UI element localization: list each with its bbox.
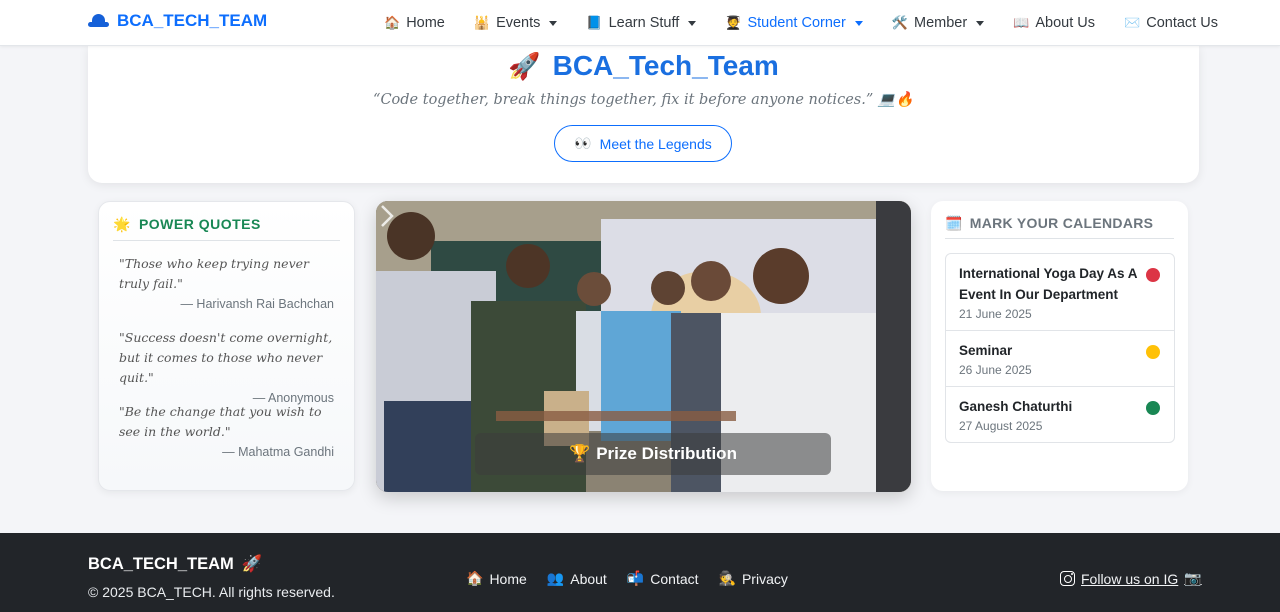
quote-text: "Success doesn't come overnight, but it … [119,330,333,385]
quote-item: "Be the change that you wish to see in t… [119,402,334,462]
nav-menu: 🏠 Home 🕌 Events 📘 Learn Stuff 🧑‍🎓 Studen… [384,0,1247,46]
nav-item-home[interactable]: 🏠 Home [384,15,445,31]
nav-item-label: Member [914,15,968,31]
calendar-icon: 🗓️ [945,215,963,231]
nav-item-label: Home [406,15,445,31]
people-icon: 👥 [546,570,565,586]
event-name: International Yoga Day As A Event In Our… [959,266,1138,302]
detective-icon: 🕵️ [718,570,736,586]
heading-text: POWER QUOTES [138,216,261,232]
meet-the-legends-button[interactable]: 👀 Meet the Legends [554,125,732,162]
nav-item-label: Learn Stuff [608,15,680,31]
event-date: 21 June 2025 [959,307,1032,321]
event-date: 27 August 2025 [959,419,1043,433]
event-name: Ganesh Chaturthi [959,399,1073,414]
quote-item: "Success doesn't come overnight, but it … [119,328,334,408]
button-label: Meet the Legends [599,135,712,152]
power-quotes-card: 🌟 POWER QUOTES "Those who keep trying ne… [98,201,355,491]
glowing-star-icon: 🌟 [113,216,131,232]
copyright: © 2025 BCA_TECH. All rights reserved. [88,584,335,600]
quote-author: — Harivansh Rai Bachchan [180,297,334,311]
nav-item-label: Contact Us [1146,15,1218,31]
status-dot-red [1146,268,1160,282]
nav-item-events[interactable]: 🕌 Events [474,15,558,31]
footer-link-contact[interactable]: 📬 Contact [627,570,699,587]
instagram-icon [1060,571,1075,586]
link-label: Privacy [741,570,788,587]
open-book-icon: 📖 [1013,15,1030,30]
mailbox-icon: 📬 [626,570,645,586]
tools-icon: 🛠️ [891,15,908,30]
nav-item-label: Student Corner [747,15,846,31]
student-icon: 🧑‍🎓 [725,15,742,30]
event-item[interactable]: International Yoga Day As A Event In Our… [946,254,1174,331]
footer-brand-text: BCA_TECH_TEAM [88,555,234,573]
brand-name: BCA_TECH_TEAM [117,11,268,30]
brand-link[interactable]: BCA_TECH_TEAM [88,11,267,31]
heading-text: MARK YOUR CALENDARS [969,215,1154,231]
home-icon: 🏠 [384,15,401,30]
link-label: Contact [650,570,699,587]
quote-text: "Those who keep trying never truly fail.… [119,256,310,291]
navbar: BCA_TECH_TEAM 🏠 Home 🕌 Events 📘 Learn St… [0,0,1280,46]
caret-down-icon [688,20,697,26]
footer-brand: BCA_TECH_TEAM 🚀 [88,555,262,574]
caret-down-icon [976,20,985,26]
quote-text: "Be the change that you wish to see in t… [119,404,322,439]
nav-item-label: Events [496,15,541,31]
instagram-link[interactable]: Follow us on IG 📷 [1060,570,1202,587]
event-item[interactable]: Ganesh Chaturthi 27 August 2025 [946,387,1174,442]
hero-card: 🚀 BCA_Tech_Team “Code together, break th… [88,46,1199,183]
mosque-icon: 🕌 [473,15,491,30]
caret-down-icon [549,20,558,26]
eyes-icon: 👀 [574,135,592,151]
rocket-icon: 🚀 [241,555,263,573]
nav-item-student-corner[interactable]: 🧑‍🎓 Student Corner [725,15,863,31]
event-list: International Yoga Day As A Event In Our… [945,253,1175,443]
hero-tagline: “Code together, break things together, f… [373,92,914,108]
rocket-icon: 🚀 [508,50,541,81]
nav-item-learn-stuff[interactable]: 📘 Learn Stuff [586,15,697,31]
trophy-icon: 🏆 [569,444,591,463]
book-icon: 📘 [586,15,603,30]
caption-text: Prize Distribution [596,444,737,463]
event-item[interactable]: Seminar 26 June 2025 [946,331,1174,387]
nav-item-member[interactable]: 🛠️ Member [891,15,985,31]
hat-icon [88,14,109,28]
carousel-caption: 🏆 Prize Distribution [475,433,831,475]
footer-link-about[interactable]: 👥 About [547,570,607,587]
footer-link-privacy[interactable]: 🕵️ Privacy [719,570,788,587]
nav-item-label: About Us [1035,15,1096,31]
footer-links: 🏠 Home 👥 About 📬 Contact 🕵️ Privacy [466,570,788,587]
calendar-card: 🗓️ MARK YOUR CALENDARS International Yog… [931,201,1188,491]
link-label: About [570,570,607,587]
caret-down-icon [854,20,863,26]
camera-icon: 📷 [1184,570,1202,586]
hero-title: 🚀 BCA_Tech_Team [88,50,1199,82]
hero-title-text: BCA_Tech_Team [552,50,779,81]
status-dot-yellow [1146,345,1160,359]
calendar-heading: 🗓️ MARK YOUR CALENDARS [945,215,1174,239]
footer-link-home[interactable]: 🏠 Home [466,570,527,587]
nav-item-about-us[interactable]: 📖 About Us [1013,15,1095,31]
quote-author: — Mahatma Gandhi [222,445,334,459]
home-icon: 🏠 [466,570,484,586]
envelope-icon: ✉️ [1124,15,1141,30]
instagram-label: Follow us on IG [1081,570,1179,587]
power-quotes-heading: 🌟 POWER QUOTES [113,216,340,241]
event-date: 26 June 2025 [959,363,1032,377]
quote-item: "Those who keep trying never truly fail.… [119,254,334,314]
nav-item-contact-us[interactable]: ✉️ Contact Us [1124,15,1218,31]
link-label: Home [489,570,527,587]
chevron-right-icon[interactable] [376,201,398,231]
footer: BCA_TECH_TEAM 🚀 © 2025 BCA_TECH. All rig… [0,533,1280,612]
status-dot-green [1146,401,1160,415]
event-name: Seminar [959,343,1013,358]
